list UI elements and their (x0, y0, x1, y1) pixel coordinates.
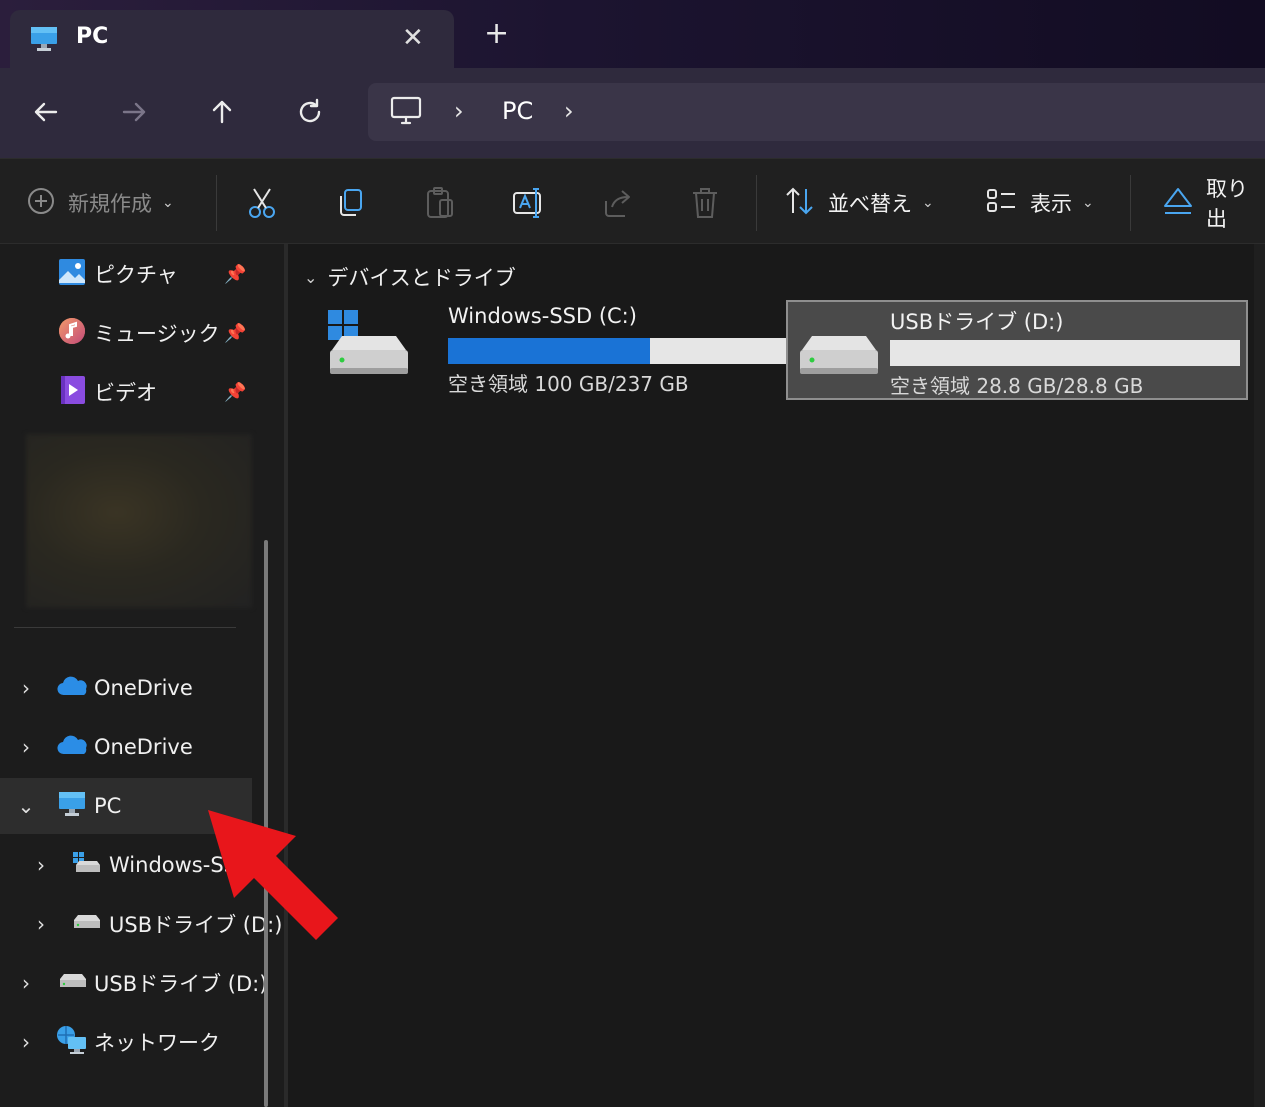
view-button[interactable]: 表示 ⌄ (986, 185, 1094, 221)
refresh-icon[interactable] (292, 94, 328, 130)
sidebar-item-music[interactable]: ミュージック 📌 (0, 305, 252, 361)
pictures-icon (58, 258, 86, 290)
tab-pc[interactable]: PC ✕ (10, 10, 454, 68)
content-scrollbar[interactable] (1254, 244, 1265, 1107)
sidebar-item-label: ビデオ (94, 381, 157, 405)
plus-circle-icon (26, 186, 56, 220)
monitor-icon (390, 96, 422, 130)
drive-name: USBドライブ (D:) (890, 310, 1064, 334)
chevron-right-icon[interactable]: › (564, 97, 574, 125)
sort-icon (784, 186, 816, 220)
eject-button[interactable]: 取り出 (1162, 177, 1265, 231)
chevron-right-icon[interactable]: › (16, 676, 36, 700)
chevron-down-icon[interactable]: ⌄ (16, 794, 36, 818)
sidebar-item-onedrive[interactable]: › OneDrive (0, 719, 252, 775)
drive-free-space: 空き領域 28.8 GB/28.8 GB (890, 374, 1144, 398)
chevron-right-icon[interactable]: › (31, 853, 51, 877)
pin-icon[interactable]: 📌 (224, 264, 246, 285)
sidebar-item-label: ピクチャ (94, 263, 178, 287)
pin-icon[interactable]: 📌 (224, 382, 246, 403)
sort-button-label: 並べ替え (828, 192, 912, 216)
close-tab-icon[interactable]: ✕ (402, 23, 424, 53)
rename-icon[interactable] (512, 185, 546, 221)
annotation-arrow-icon (196, 798, 346, 952)
view-button-label: 表示 (1030, 192, 1072, 216)
new-button-label: 新規作成 (68, 192, 152, 216)
chevron-down-icon: ⌄ (1082, 195, 1094, 211)
sidebar-item-videos[interactable]: ビデオ 📌 (0, 364, 252, 420)
chevron-right-icon[interactable]: › (31, 912, 51, 936)
share-icon[interactable] (602, 185, 634, 221)
drive-usage-fill (448, 338, 651, 364)
address-bar[interactable]: › PC › (368, 83, 1265, 141)
eject-icon (1162, 186, 1194, 220)
chevron-down-icon: ⌄ (162, 195, 174, 211)
chevron-down-icon[interactable]: ⌄ (304, 268, 317, 287)
group-label: デバイスとドライブ (327, 266, 516, 290)
sidebar-item-label: PC (94, 794, 122, 818)
sidebar-item-label: USBドライブ (D:) (94, 972, 268, 996)
chevron-right-icon[interactable]: › (454, 97, 464, 125)
new-tab-button[interactable]: + (484, 19, 509, 49)
sidebar-item-pictures[interactable]: ピクチャ 📌 (0, 246, 252, 302)
back-arrow-icon[interactable] (28, 94, 64, 130)
onedrive-icon (56, 675, 88, 701)
eject-button-label: 取り出 (1206, 177, 1248, 231)
forward-arrow-icon[interactable] (116, 94, 152, 130)
blurred-thumbnail (26, 434, 252, 608)
drive-usage-bar (890, 340, 1240, 366)
usb-drive-icon (58, 973, 88, 993)
divider (1130, 175, 1131, 231)
copy-icon[interactable] (336, 185, 366, 221)
drive-free-space: 空き領域 100 GB/237 GB (448, 372, 689, 396)
command-bar: 新規作成 ⌄ 並べ替え ⌄ 表示 ⌄ 取り出 (0, 158, 1265, 244)
sidebar-item-label: OneDrive (94, 735, 193, 759)
usb-drive-icon (796, 308, 880, 382)
sidebar-item-network[interactable]: › ネットワーク (0, 1014, 252, 1070)
pin-icon[interactable]: 📌 (224, 323, 246, 344)
chevron-right-icon[interactable]: › (16, 1030, 36, 1054)
tab-title: PC (76, 24, 109, 49)
breadcrumb-pc[interactable]: PC (502, 97, 533, 125)
title-bar: PC ✕ + (0, 0, 1265, 68)
onedrive-icon (56, 734, 88, 760)
divider (216, 175, 217, 231)
view-list-icon (986, 187, 1018, 219)
pc-icon (58, 791, 86, 821)
windows-drive-icon (72, 851, 102, 879)
sidebar-item-usb-drive[interactable]: › USBドライブ (D:) (0, 955, 267, 1011)
sidebar-item-onedrive[interactable]: › OneDrive (0, 660, 252, 716)
group-header[interactable]: ⌄ デバイスとドライブ (304, 262, 516, 292)
windows-drive-icon (326, 308, 410, 382)
sidebar-item-label: OneDrive (94, 676, 193, 700)
chevron-right-icon[interactable]: › (16, 735, 36, 759)
videos-icon (60, 375, 86, 409)
navigation-pane: ピクチャ 📌 ミュージック 📌 ビデオ 📌 › OneDrive › OneDr… (0, 244, 284, 1107)
chevron-right-icon[interactable]: › (16, 971, 36, 995)
sort-button[interactable]: 並べ替え ⌄ (784, 185, 934, 221)
delete-icon[interactable] (690, 185, 720, 221)
new-button[interactable]: 新規作成 ⌄ (26, 185, 174, 221)
content-area: ⌄ デバイスとドライブ Windows-SSD (C:) 空き領域 100 GB… (288, 244, 1265, 1107)
chevron-down-icon: ⌄ (922, 195, 934, 211)
divider (756, 175, 757, 231)
drive-tile-d[interactable]: USBドライブ (D:) 空き領域 28.8 GB/28.8 GB (786, 300, 1248, 400)
drive-tile-c[interactable]: Windows-SSD (C:) 空き領域 100 GB/237 GB (316, 300, 798, 400)
cut-icon[interactable] (246, 185, 278, 221)
music-icon (58, 317, 86, 349)
sidebar-item-label: ネットワーク (94, 1031, 220, 1055)
up-arrow-icon[interactable] (204, 94, 240, 130)
paste-icon[interactable] (424, 185, 456, 221)
drive-usage-bar (448, 338, 798, 364)
pc-icon (30, 26, 58, 56)
navigation-bar: › PC › (0, 68, 1265, 158)
divider (14, 627, 236, 628)
usb-drive-icon (72, 914, 102, 934)
network-icon (56, 1025, 88, 1059)
drive-name: Windows-SSD (C:) (448, 304, 637, 328)
sidebar-item-label: ミュージック (94, 322, 220, 346)
